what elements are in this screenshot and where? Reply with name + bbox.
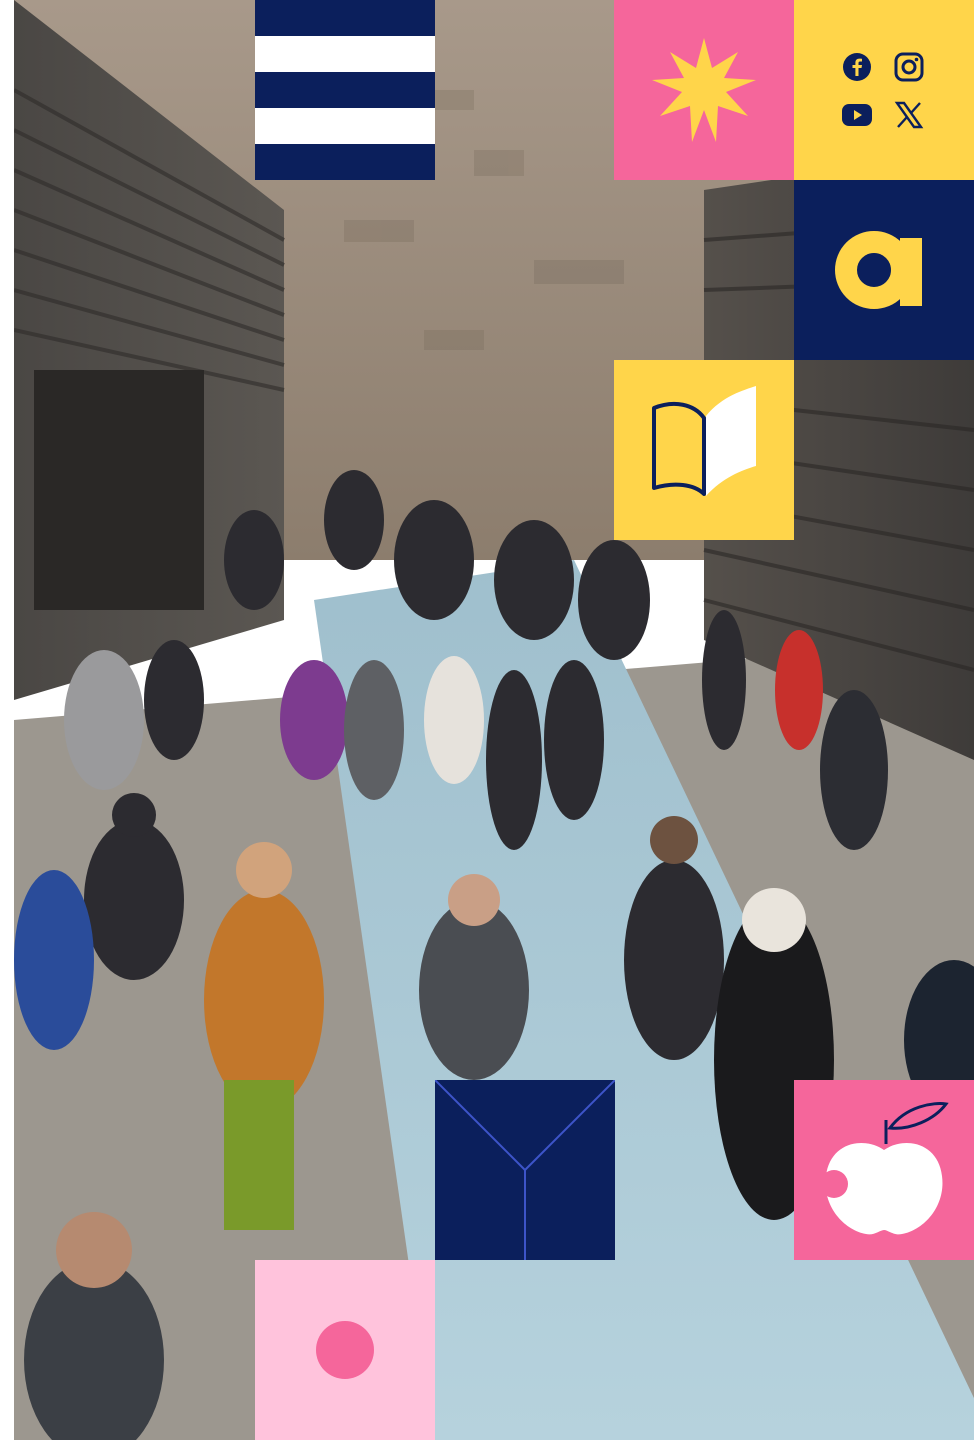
- hamburger-menu-icon: [255, 0, 435, 180]
- social-tile: [794, 0, 974, 180]
- book-tile: [614, 360, 794, 540]
- open-book-icon: [652, 386, 756, 496]
- star-tile: [614, 0, 794, 180]
- logo-letter-a: [835, 231, 922, 309]
- envelope-y-icon: [435, 1080, 615, 1260]
- envelope-tile: [435, 1080, 615, 1260]
- page: [0, 0, 974, 1440]
- dot-tile: [255, 1260, 435, 1440]
- menu-tile[interactable]: [255, 0, 435, 180]
- dot-icon: [316, 1321, 374, 1379]
- star-burst-icon: [652, 38, 756, 142]
- logo-tile[interactable]: [794, 180, 974, 360]
- apple-icon: [820, 1102, 949, 1235]
- apple-tile: [794, 1080, 974, 1260]
